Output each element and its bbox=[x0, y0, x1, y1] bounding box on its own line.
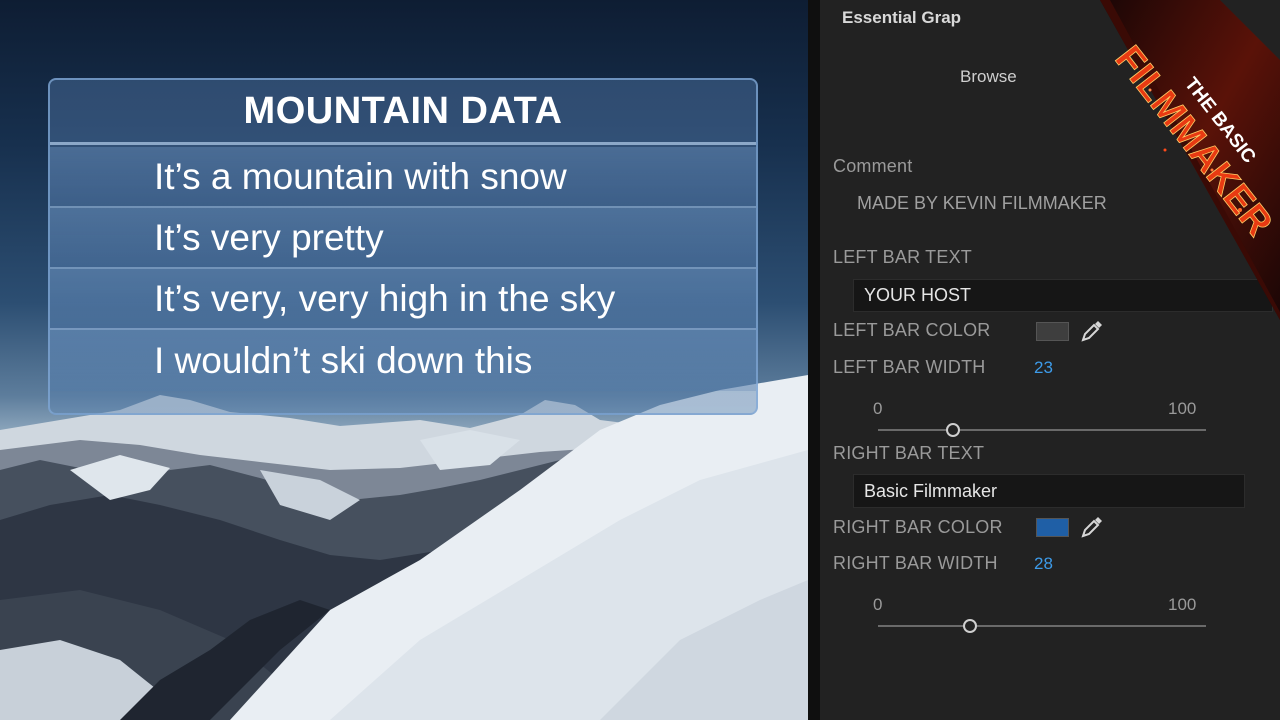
right-bar-width-label: RIGHT BAR WIDTH bbox=[833, 553, 998, 573]
left-bar-eyedropper-icon[interactable] bbox=[1079, 318, 1105, 344]
graphic-line-2: It’s very pretty bbox=[50, 208, 756, 269]
left-bar-slider-min: 0 bbox=[873, 399, 883, 418]
graphic-title-divider bbox=[50, 142, 756, 145]
left-bar-width-slider[interactable] bbox=[878, 429, 1206, 431]
right-bar-color-label: RIGHT BAR COLOR bbox=[833, 517, 1003, 537]
right-bar-width-slider[interactable] bbox=[878, 625, 1206, 627]
left-bar-slider-max: 100 bbox=[1168, 399, 1197, 418]
panel-divider[interactable] bbox=[808, 0, 820, 720]
left-bar-width-value[interactable]: 23 bbox=[1034, 358, 1053, 378]
right-bar-text-field[interactable]: Basic Filmmaker bbox=[853, 474, 1245, 508]
comment-value: MADE BY KEVIN FILMMAKER bbox=[857, 193, 1107, 213]
right-bar-text-label: RIGHT BAR TEXT bbox=[833, 443, 985, 463]
graphic-line-3: It’s very, very high in the sky bbox=[50, 269, 756, 330]
right-bar-slider-min: 0 bbox=[873, 595, 883, 614]
left-bar-color-swatch[interactable] bbox=[1036, 322, 1069, 341]
comment-label: Comment bbox=[833, 156, 913, 176]
left-bar-color-label: LEFT BAR COLOR bbox=[833, 320, 991, 340]
graphic-title: MOUNTAIN DATA bbox=[243, 89, 563, 132]
program-monitor: MOUNTAIN DATA It’s a mountain with snow … bbox=[0, 0, 808, 720]
graphic-line-4: I wouldn’t ski down this bbox=[50, 330, 756, 391]
right-bar-width-value[interactable]: 28 bbox=[1034, 554, 1053, 574]
left-bar-text-field[interactable]: YOUR HOST bbox=[853, 279, 1273, 312]
left-bar-width-label: LEFT BAR WIDTH bbox=[833, 357, 986, 377]
left-bar-slider-handle[interactable] bbox=[946, 423, 961, 437]
tab-browse[interactable]: Browse bbox=[960, 67, 1017, 87]
essential-graphics-panel: Essential Grap Browse Comment MADE BY KE… bbox=[820, 0, 1280, 720]
right-bar-color-swatch[interactable] bbox=[1036, 518, 1069, 537]
right-bar-slider-max: 100 bbox=[1168, 595, 1197, 614]
lower-third-graphic[interactable]: MOUNTAIN DATA It’s a mountain with snow … bbox=[48, 78, 758, 415]
right-bar-eyedropper-icon[interactable] bbox=[1079, 514, 1105, 540]
panel-title[interactable]: Essential Grap bbox=[842, 8, 961, 28]
right-bar-slider-handle[interactable] bbox=[962, 619, 977, 633]
left-bar-text-label: LEFT BAR TEXT bbox=[833, 247, 972, 267]
graphic-line-1: It’s a mountain with snow bbox=[50, 147, 756, 208]
